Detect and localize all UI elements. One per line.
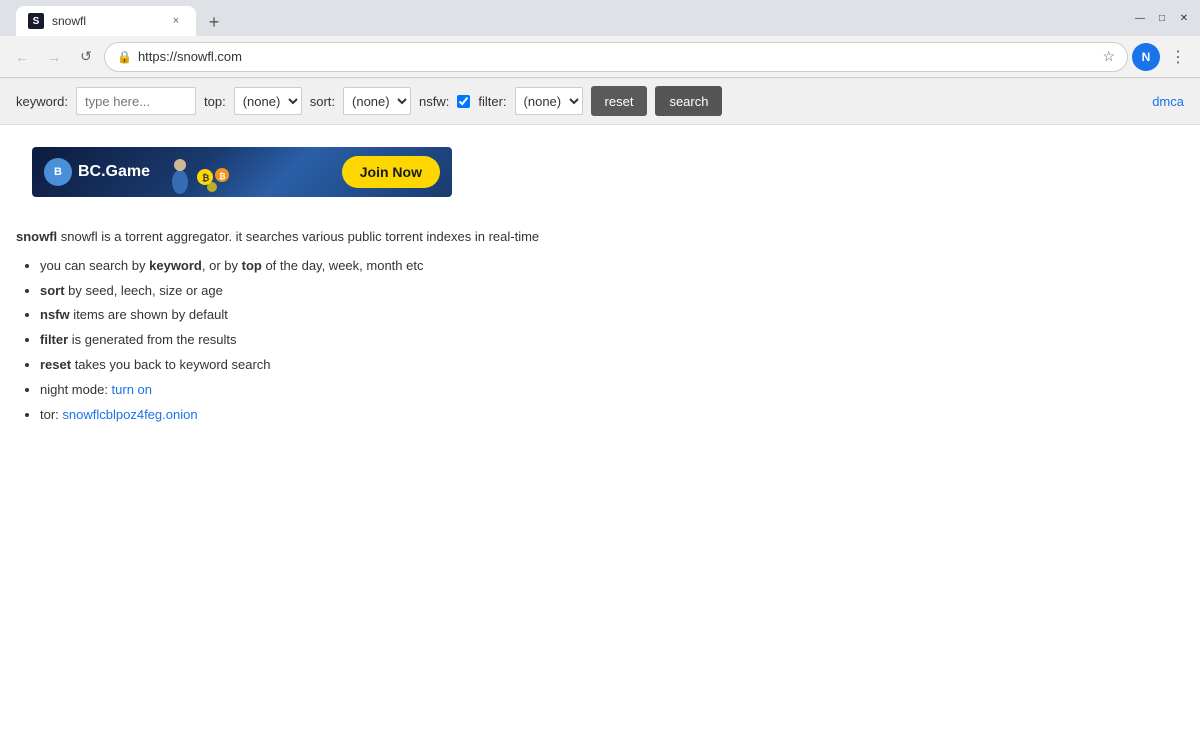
svg-text:₿: ₿ — [219, 172, 226, 181]
top-select[interactable]: (none) — [234, 87, 302, 115]
browser-window: S snowfl × + — □ ✕ ← → — [0, 0, 1200, 752]
ad-banner[interactable]: B BC.Game ₿ ₿ — [32, 147, 452, 197]
dmca-link[interactable]: dmca — [1152, 94, 1184, 109]
window-controls: — □ ✕ — [1132, 10, 1192, 26]
lock-icon: 🔒 — [117, 50, 132, 64]
night-mode-link[interactable]: turn on — [112, 382, 152, 397]
list-item: tor: snowflcblpoz4feg.onion — [40, 405, 1184, 426]
ad-logo: B BC.Game — [44, 158, 150, 186]
tab-title: snowfl — [52, 14, 160, 28]
bc-game-icon: B — [44, 158, 72, 186]
ad-decoration: ₿ ₿ — [160, 147, 332, 197]
nsfw-bold: nsfw — [40, 307, 70, 322]
list-item: nsfw items are shown by default — [40, 305, 1184, 326]
sort-bold: sort — [40, 283, 65, 298]
svg-text:₿: ₿ — [202, 173, 209, 183]
list-item: filter is generated from the results — [40, 330, 1184, 351]
list-item: you can search by keyword, or by top of … — [40, 256, 1184, 277]
navigation-bar: ← → ↺ 🔒 https://snowfl.com ☆ N ⋮ — [0, 36, 1200, 78]
feature-list: you can search by keyword, or by top of … — [40, 256, 1184, 426]
top-bold: top — [242, 258, 262, 273]
search-toolbar: keyword: top: (none) sort: (none) nsfw: … — [0, 78, 1200, 125]
maximize-button[interactable]: □ — [1154, 10, 1170, 26]
url-text: https://snowfl.com — [138, 49, 1096, 64]
nsfw-label: nsfw: — [419, 94, 449, 109]
browser-menu-button[interactable]: ⋮ — [1164, 43, 1192, 71]
minimize-button[interactable]: — — [1132, 10, 1148, 26]
list-item: reset takes you back to keyword search — [40, 355, 1184, 376]
description-section: snowfl snowfl is a torrent aggregator. i… — [0, 219, 1200, 445]
sort-label: sort: — [310, 94, 335, 109]
close-window-button[interactable]: ✕ — [1176, 10, 1192, 26]
list-item: sort by seed, leech, size or age — [40, 281, 1184, 302]
bookmark-icon[interactable]: ☆ — [1102, 48, 1115, 65]
reset-bold: reset — [40, 357, 71, 372]
keyword-input[interactable] — [76, 87, 196, 115]
tor-link[interactable]: snowflcblpoz4feg.onion — [62, 407, 197, 422]
active-tab[interactable]: S snowfl × — [16, 6, 196, 36]
reload-button[interactable]: ↺ — [72, 43, 100, 71]
ad-container: B BC.Game ₿ ₿ — [0, 125, 1200, 219]
filter-bold: filter — [40, 332, 68, 347]
new-tab-button[interactable]: + — [200, 8, 228, 36]
keyword-bold: keyword — [149, 258, 202, 273]
tab-close-button[interactable]: × — [168, 13, 184, 29]
intro-text: snowfl snowfl is a torrent aggregator. i… — [16, 227, 1184, 248]
search-button[interactable]: search — [655, 86, 722, 116]
page-content: keyword: top: (none) sort: (none) nsfw: … — [0, 78, 1200, 752]
back-button[interactable]: ← — [8, 43, 36, 71]
forward-button[interactable]: → — [40, 43, 68, 71]
tab-bar: S snowfl × + — [8, 0, 1132, 36]
list-item: night mode: turn on — [40, 380, 1184, 401]
site-name: snowfl — [16, 229, 57, 244]
ad-decoration-svg: ₿ ₿ — [160, 147, 240, 197]
profile-button[interactable]: N — [1132, 43, 1160, 71]
join-now-button[interactable]: Join Now — [342, 156, 440, 188]
tab-favicon: S — [28, 13, 44, 29]
filter-select[interactable]: (none) — [515, 87, 583, 115]
keyword-label: keyword: — [16, 94, 68, 109]
nsfw-checkbox[interactable] — [457, 95, 470, 108]
top-label: top: — [204, 94, 226, 109]
ad-brand-name: BC.Game — [78, 163, 150, 181]
address-bar[interactable]: 🔒 https://snowfl.com ☆ — [104, 42, 1128, 72]
reset-button[interactable]: reset — [591, 86, 648, 116]
filter-label: filter: — [478, 94, 506, 109]
sort-select[interactable]: (none) — [343, 87, 411, 115]
